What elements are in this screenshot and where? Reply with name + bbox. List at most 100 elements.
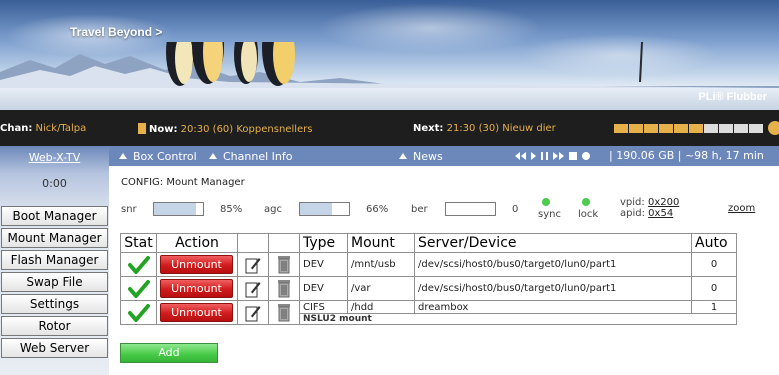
add-mount-button[interactable]: Add <box>120 343 218 363</box>
nav-box-control-label: Box Control <box>133 150 197 163</box>
stat-cell <box>120 276 157 301</box>
pause-icon[interactable] <box>541 152 548 160</box>
mount-cell: /mnt/usb <box>347 252 415 277</box>
edit-icon[interactable] <box>245 280 261 298</box>
col-action: Action <box>156 233 238 253</box>
stat-cell <box>120 252 157 277</box>
snr-meter-fill <box>154 203 196 215</box>
progress-segment <box>614 124 628 133</box>
server-cell: dreambox <box>414 300 692 314</box>
col-type: Type <box>299 233 348 253</box>
server-cell: /dev/scsi/host0/bus0/target0/lun0/part1 <box>414 276 692 301</box>
vpid-link[interactable]: 0x200 <box>648 197 679 208</box>
unmount-button[interactable]: Unmount <box>160 279 233 298</box>
sidebar-item-web-server[interactable]: Web Server <box>1 338 108 358</box>
checkmark-icon <box>127 303 150 322</box>
lock-indicator-icon <box>582 198 590 206</box>
table-row: Unmount DEV/mnt/usb/dev/scsi/host0/bus0/t… <box>120 252 737 277</box>
progress-segment <box>704 124 718 133</box>
header-banner: Travel Beyond > PLi® Flubber <box>0 0 779 110</box>
table-row: Unmount DEV/var/dev/scsi/host0/bus0/targe… <box>120 276 737 301</box>
col-auto: Auto <box>691 233 737 253</box>
auto-cell: 0 <box>691 276 737 301</box>
apid-label: apid: <box>620 208 645 219</box>
sync-label: sync <box>538 209 561 220</box>
now-value: 20:30 (60) Koppensnellers <box>180 124 313 135</box>
main-content: CONFIG: Mount Manager snr 85% agc 66% be… <box>109 166 779 375</box>
type-cell: DEV <box>299 276 348 301</box>
agc-label: agc <box>264 204 282 215</box>
progress-end-icon <box>768 121 779 135</box>
play-icon[interactable] <box>531 152 536 160</box>
col-server: Server/Device <box>414 233 692 253</box>
mount-table: Stat Action Type Mount Server/Device Aut… <box>120 233 737 325</box>
col-edit <box>237 233 269 253</box>
edit-cell <box>237 252 269 277</box>
sidebar-item-rotor[interactable]: Rotor <box>1 316 108 336</box>
edit-cell <box>237 300 269 325</box>
playback-controls <box>515 152 590 160</box>
sidebar-item-settings[interactable]: Settings <box>1 294 108 314</box>
progress-segment <box>689 124 703 133</box>
nav-channel-info[interactable]: Channel Info <box>209 150 292 163</box>
sidebar-item-swap-file[interactable]: Swap File <box>1 272 108 292</box>
unmount-button[interactable]: Unmount <box>160 303 233 322</box>
page-title: CONFIG: Mount Manager <box>121 177 245 188</box>
agc-meter-fill <box>300 203 333 215</box>
stop-icon[interactable] <box>569 152 577 160</box>
banner-snow <box>0 88 779 110</box>
snr-value: 85% <box>220 204 243 215</box>
progress-segment <box>749 124 763 133</box>
nav-news-label: News <box>413 150 443 163</box>
edit-icon[interactable] <box>245 304 261 322</box>
nav-channel-info-label: Channel Info <box>223 150 293 163</box>
banner-tagline: Travel Beyond > <box>70 25 163 39</box>
fast-forward-icon[interactable] <box>553 152 564 160</box>
trash-icon[interactable] <box>277 303 291 322</box>
checkmark-icon <box>127 279 150 298</box>
mount-cell: /hdd <box>347 300 415 314</box>
sidebar-item-boot-manager[interactable]: Boot Manager <box>1 206 108 226</box>
mount-note: NSLU2 mount <box>299 313 737 325</box>
type-cell: CIFS <box>299 300 348 314</box>
apid-link[interactable]: 0x54 <box>648 208 673 219</box>
mount-cell: /var <box>347 276 415 301</box>
edit-icon[interactable] <box>245 256 261 274</box>
now-icon <box>138 123 146 134</box>
rewind-icon[interactable] <box>515 152 526 160</box>
ber-meter <box>445 202 496 216</box>
sidebar-item-mount-manager[interactable]: Mount Manager <box>1 228 108 248</box>
apid-row: apid: 0x54 <box>620 208 673 219</box>
trash-icon[interactable] <box>277 279 291 298</box>
unmount-button[interactable]: Unmount <box>160 255 233 274</box>
sidebar-title-link[interactable]: Web-X-TV <box>0 151 109 164</box>
disk-status: | 190.06 GB | ~98 h, 17 min <box>609 149 764 162</box>
next-program: Next: 21:30 (30) Nieuw dier <box>413 123 556 134</box>
table-row: Unmount CIFS/hdd dreambox 1 <box>120 300 737 325</box>
channel-name: Nick/Talpa <box>35 123 87 134</box>
action-cell: Unmount <box>156 300 238 325</box>
agc-meter <box>299 202 350 216</box>
progress-segment <box>719 124 733 133</box>
delete-cell <box>268 300 300 325</box>
record-icon[interactable] <box>582 152 590 160</box>
server-cell: /dev/scsi/host0/bus0/target0/lun0/part1 <box>414 252 692 277</box>
stat-cell <box>120 300 157 325</box>
agc-value: 66% <box>366 204 389 215</box>
nav-box-control[interactable]: Box Control <box>119 150 197 163</box>
action-cell: Unmount <box>156 252 238 277</box>
sync-indicator-icon <box>542 198 550 206</box>
action-cell: Unmount <box>156 276 238 301</box>
progress-segment <box>674 124 688 133</box>
col-mount: Mount <box>347 233 415 253</box>
vpid-label: vpid: <box>620 197 645 208</box>
mount-table-header: Stat Action Type Mount Server/Device Aut… <box>120 233 737 253</box>
nav-news[interactable]: News <box>399 150 443 163</box>
sidebar-item-flash-manager[interactable]: Flash Manager <box>1 250 108 270</box>
triangle-up-icon <box>399 153 407 159</box>
progress-segment <box>629 124 643 133</box>
trash-icon[interactable] <box>277 255 291 274</box>
delete-cell <box>268 276 300 301</box>
progress-segment <box>734 124 748 133</box>
zoom-link[interactable]: zoom <box>728 203 755 214</box>
